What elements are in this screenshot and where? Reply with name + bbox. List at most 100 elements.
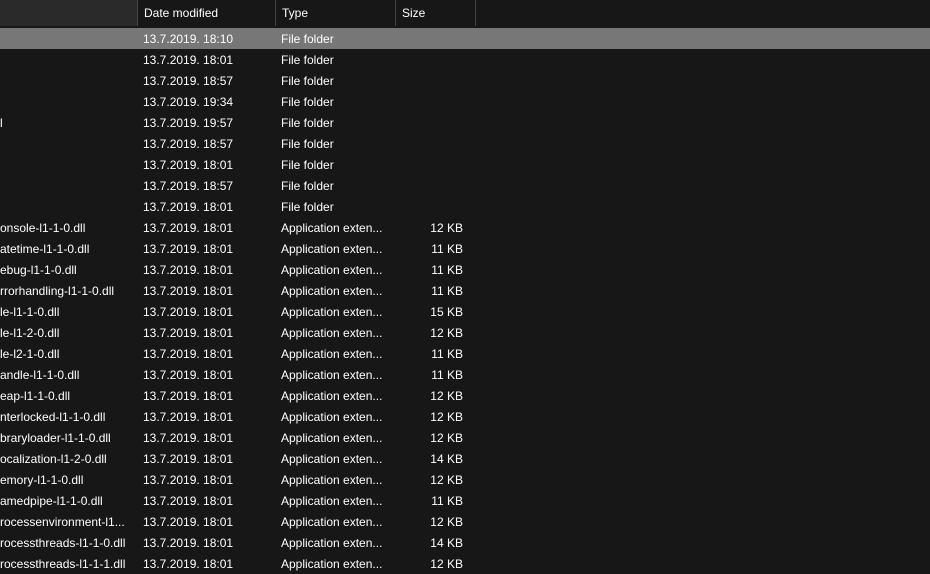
file-name: emory-l1-1-0.dll bbox=[0, 473, 137, 487]
file-size: 14 KB bbox=[395, 536, 475, 550]
file-type: Application exten... bbox=[275, 473, 395, 487]
file-type: File folder bbox=[275, 200, 395, 214]
file-size: 11 KB bbox=[395, 263, 475, 277]
file-type: Application exten... bbox=[275, 347, 395, 361]
file-name: le-l2-1-0.dll bbox=[0, 347, 137, 361]
file-row[interactable]: emory-l1-1-0.dll13.7.2019. 18:01Applicat… bbox=[0, 469, 930, 490]
file-date: 13.7.2019. 18:57 bbox=[137, 137, 275, 151]
file-type: Application exten... bbox=[275, 431, 395, 445]
file-row[interactable]: rocessthreads-l1-1-1.dll13.7.2019. 18:01… bbox=[0, 553, 930, 574]
file-row[interactable]: le-l1-1-0.dll13.7.2019. 18:01Application… bbox=[0, 301, 930, 322]
file-name: le-l1-1-0.dll bbox=[0, 305, 137, 319]
file-name: ebug-l1-1-0.dll bbox=[0, 263, 137, 277]
file-list: 13.7.2019. 18:10File folder13.7.2019. 18… bbox=[0, 28, 930, 574]
file-row[interactable]: le-l1-2-0.dll13.7.2019. 18:01Application… bbox=[0, 322, 930, 343]
file-type: File folder bbox=[275, 158, 395, 172]
file-name: l bbox=[0, 116, 137, 130]
file-size: 15 KB bbox=[395, 305, 475, 319]
file-date: 13.7.2019. 18:01 bbox=[137, 242, 275, 256]
file-row[interactable]: atetime-l1-1-0.dll13.7.2019. 18:01Applic… bbox=[0, 238, 930, 259]
file-type: Application exten... bbox=[275, 221, 395, 235]
file-type: File folder bbox=[275, 32, 395, 46]
file-row[interactable]: 13.7.2019. 18:01File folder bbox=[0, 196, 930, 217]
file-row[interactable]: 13.7.2019. 18:57File folder bbox=[0, 175, 930, 196]
file-size: 12 KB bbox=[395, 557, 475, 571]
file-type: File folder bbox=[275, 179, 395, 193]
column-header-size[interactable]: Size bbox=[395, 0, 475, 26]
file-size: 11 KB bbox=[395, 242, 475, 256]
file-size: 11 KB bbox=[395, 347, 475, 361]
file-date: 13.7.2019. 18:01 bbox=[137, 368, 275, 382]
file-name: atetime-l1-1-0.dll bbox=[0, 242, 137, 256]
file-type: Application exten... bbox=[275, 284, 395, 298]
file-date: 13.7.2019. 18:01 bbox=[137, 200, 275, 214]
file-date: 13.7.2019. 19:34 bbox=[137, 95, 275, 109]
file-date: 13.7.2019. 18:01 bbox=[137, 158, 275, 172]
file-row[interactable]: rrorhandling-l1-1-0.dll13.7.2019. 18:01A… bbox=[0, 280, 930, 301]
file-name: nterlocked-l1-1-0.dll bbox=[0, 410, 137, 424]
file-type: File folder bbox=[275, 137, 395, 151]
column-headers: Date modified Type Size bbox=[0, 0, 930, 26]
file-row[interactable]: 13.7.2019. 18:01File folder bbox=[0, 154, 930, 175]
file-date: 13.7.2019. 18:01 bbox=[137, 431, 275, 445]
file-date: 13.7.2019. 18:10 bbox=[137, 32, 275, 46]
file-name: rocessthreads-l1-1-0.dll bbox=[0, 536, 137, 550]
file-size: 12 KB bbox=[395, 389, 475, 403]
file-date: 13.7.2019. 18:01 bbox=[137, 557, 275, 571]
file-row[interactable]: 13.7.2019. 19:34File folder bbox=[0, 91, 930, 112]
file-date: 13.7.2019. 18:01 bbox=[137, 452, 275, 466]
file-size: 11 KB bbox=[395, 494, 475, 508]
file-date: 13.7.2019. 18:01 bbox=[137, 305, 275, 319]
file-date: 13.7.2019. 18:01 bbox=[137, 515, 275, 529]
file-date: 13.7.2019. 18:57 bbox=[137, 74, 275, 88]
column-header-name[interactable] bbox=[0, 0, 137, 26]
file-row[interactable]: onsole-l1-1-0.dll13.7.2019. 18:01Applica… bbox=[0, 217, 930, 238]
file-row[interactable]: 13.7.2019. 18:57File folder bbox=[0, 70, 930, 91]
file-type: Application exten... bbox=[275, 242, 395, 256]
file-type: Application exten... bbox=[275, 389, 395, 403]
file-row[interactable]: 13.7.2019. 18:10File folder bbox=[0, 28, 930, 49]
file-date: 13.7.2019. 18:57 bbox=[137, 179, 275, 193]
file-size: 14 KB bbox=[395, 452, 475, 466]
file-date: 13.7.2019. 18:01 bbox=[137, 389, 275, 403]
file-type: Application exten... bbox=[275, 557, 395, 571]
file-date: 13.7.2019. 18:01 bbox=[137, 347, 275, 361]
file-date: 13.7.2019. 18:01 bbox=[137, 494, 275, 508]
file-name: eap-l1-1-0.dll bbox=[0, 389, 137, 403]
file-size: 12 KB bbox=[395, 410, 475, 424]
file-date: 13.7.2019. 18:01 bbox=[137, 263, 275, 277]
file-type: Application exten... bbox=[275, 515, 395, 529]
file-date: 13.7.2019. 18:01 bbox=[137, 473, 275, 487]
file-size: 12 KB bbox=[395, 431, 475, 445]
file-name: le-l1-2-0.dll bbox=[0, 326, 137, 340]
file-row[interactable]: l13.7.2019. 19:57File folder bbox=[0, 112, 930, 133]
column-header-spacer bbox=[475, 0, 930, 26]
file-type: File folder bbox=[275, 95, 395, 109]
file-row[interactable]: amedpipe-l1-1-0.dll13.7.2019. 18:01Appli… bbox=[0, 490, 930, 511]
file-date: 13.7.2019. 19:57 bbox=[137, 116, 275, 130]
file-type: Application exten... bbox=[275, 263, 395, 277]
file-date: 13.7.2019. 18:01 bbox=[137, 536, 275, 550]
file-name: braryloader-l1-1-0.dll bbox=[0, 431, 137, 445]
file-size: 11 KB bbox=[395, 368, 475, 382]
file-row[interactable]: andle-l1-1-0.dll13.7.2019. 18:01Applicat… bbox=[0, 364, 930, 385]
file-type: Application exten... bbox=[275, 410, 395, 424]
file-row[interactable]: 13.7.2019. 18:01File folder bbox=[0, 49, 930, 70]
file-row[interactable]: ebug-l1-1-0.dll13.7.2019. 18:01Applicati… bbox=[0, 259, 930, 280]
file-date: 13.7.2019. 18:01 bbox=[137, 53, 275, 67]
file-type: Application exten... bbox=[275, 326, 395, 340]
file-row[interactable]: ocalization-l1-2-0.dll13.7.2019. 18:01Ap… bbox=[0, 448, 930, 469]
file-date: 13.7.2019. 18:01 bbox=[137, 284, 275, 298]
file-row[interactable]: eap-l1-1-0.dll13.7.2019. 18:01Applicatio… bbox=[0, 385, 930, 406]
file-size: 12 KB bbox=[395, 326, 475, 340]
file-row[interactable]: braryloader-l1-1-0.dll13.7.2019. 18:01Ap… bbox=[0, 427, 930, 448]
file-row[interactable]: rocessenvironment-l1...13.7.2019. 18:01A… bbox=[0, 511, 930, 532]
column-header-type[interactable]: Type bbox=[275, 0, 395, 26]
file-row[interactable]: nterlocked-l1-1-0.dll13.7.2019. 18:01App… bbox=[0, 406, 930, 427]
file-row[interactable]: rocessthreads-l1-1-0.dll13.7.2019. 18:01… bbox=[0, 532, 930, 553]
file-name: rocessenvironment-l1... bbox=[0, 515, 137, 529]
file-row[interactable]: 13.7.2019. 18:57File folder bbox=[0, 133, 930, 154]
file-row[interactable]: le-l2-1-0.dll13.7.2019. 18:01Application… bbox=[0, 343, 930, 364]
file-name: rocessthreads-l1-1-1.dll bbox=[0, 557, 137, 571]
column-header-date[interactable]: Date modified bbox=[137, 0, 275, 26]
